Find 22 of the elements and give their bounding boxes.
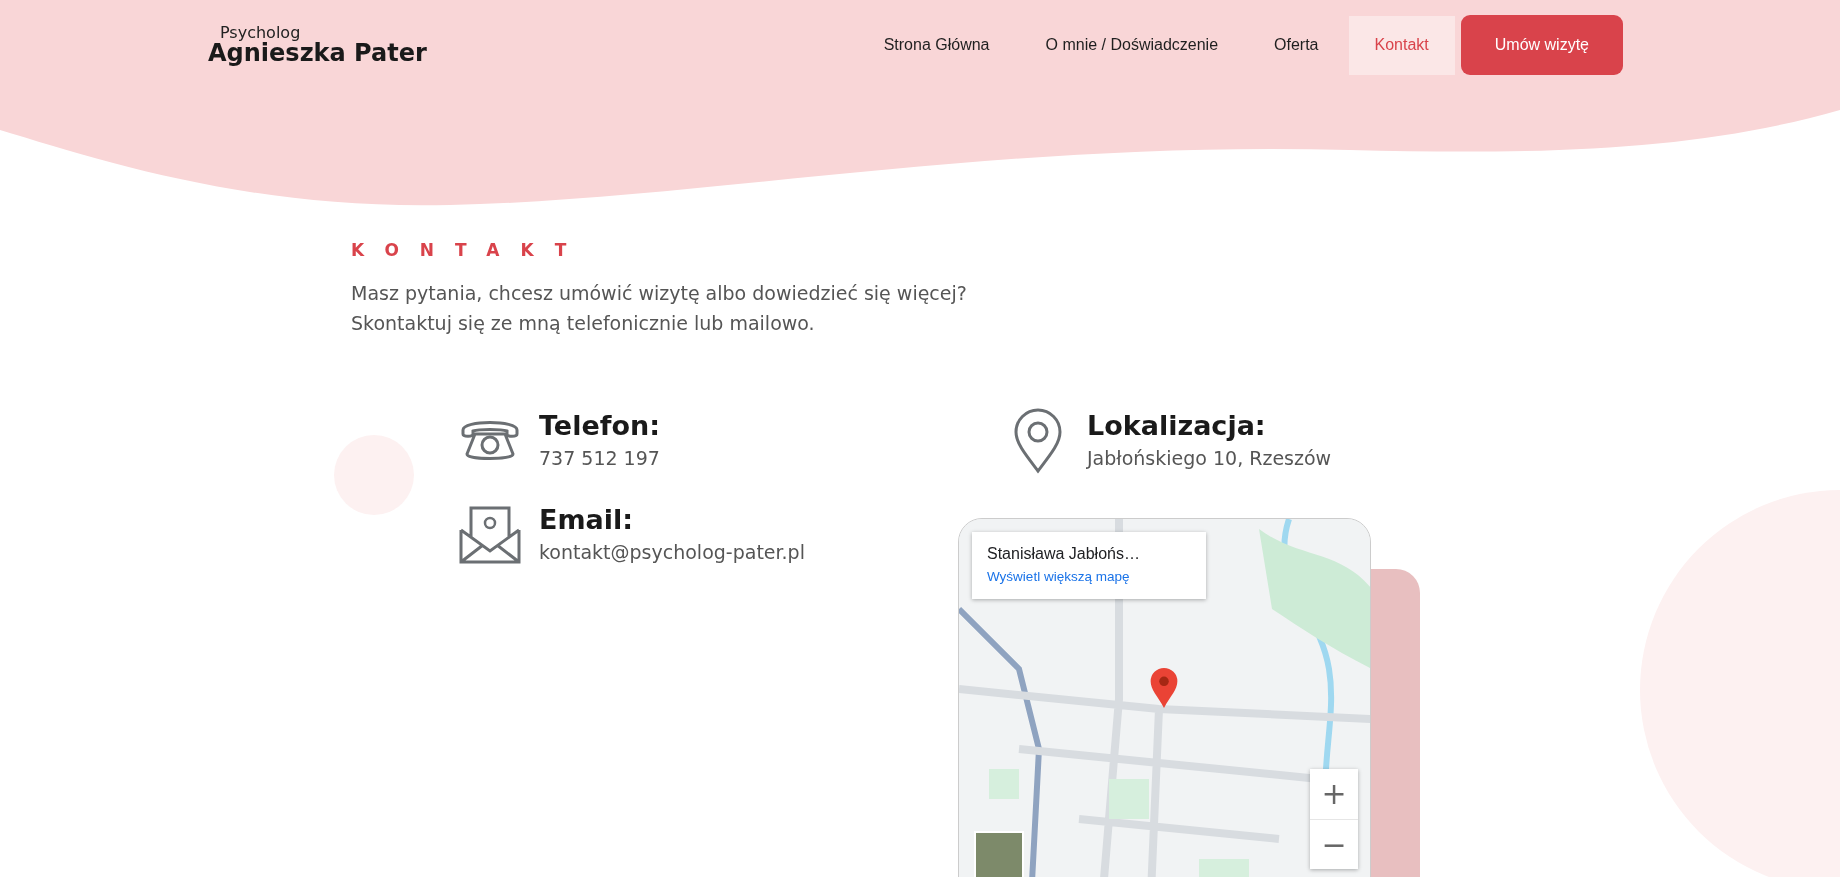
contact-heading: Email: xyxy=(539,504,635,535)
zoom-in-button[interactable]: + xyxy=(1310,769,1358,819)
larger-map-link[interactable]: Wyświetl większą mapę xyxy=(987,569,1191,584)
contact-heading: Lokalizacja: xyxy=(1087,410,1267,441)
logo-name[interactable]: Agnieszka Pater xyxy=(208,41,427,65)
map-marker-icon xyxy=(1149,667,1179,709)
book-visit-button[interactable]: Umów wizytę xyxy=(1460,15,1623,75)
zoom-out-button[interactable]: − xyxy=(1310,818,1358,869)
contact-heading: Telefon: xyxy=(539,410,661,441)
satellite-thumbnail[interactable] xyxy=(974,831,1024,877)
section-eyebrow: KONTAKT xyxy=(351,240,589,260)
section-intro: Masz pytania, chcesz umówić wizytę albo dowiedzieć się więcej? Skontaktuj się ze mną telefonicznie lub mailowo. xyxy=(351,281,968,336)
place-name: Stanisława Jabłońs… xyxy=(987,545,1141,563)
address-text: Jabłońskiego 10, Rzeszów xyxy=(1087,447,1332,469)
map[interactable]: Stanisława Jabłońs… Wyświetl większą mapę + − xyxy=(958,518,1371,877)
phone-link[interactable]: 737 512 197 xyxy=(539,447,661,469)
nav-link[interactable]: Oferta xyxy=(1248,15,1345,75)
logo-subtitle: Psycholog xyxy=(220,25,301,41)
nav-link[interactable]: Strona Główna xyxy=(857,15,1016,75)
nav-link[interactable]: O mnie / Doświadczenie xyxy=(1019,15,1245,75)
email-link[interactable]: kontakt@psycholog-pater.pl xyxy=(539,541,805,563)
nav-link[interactable]: Kontakt xyxy=(1348,15,1455,75)
